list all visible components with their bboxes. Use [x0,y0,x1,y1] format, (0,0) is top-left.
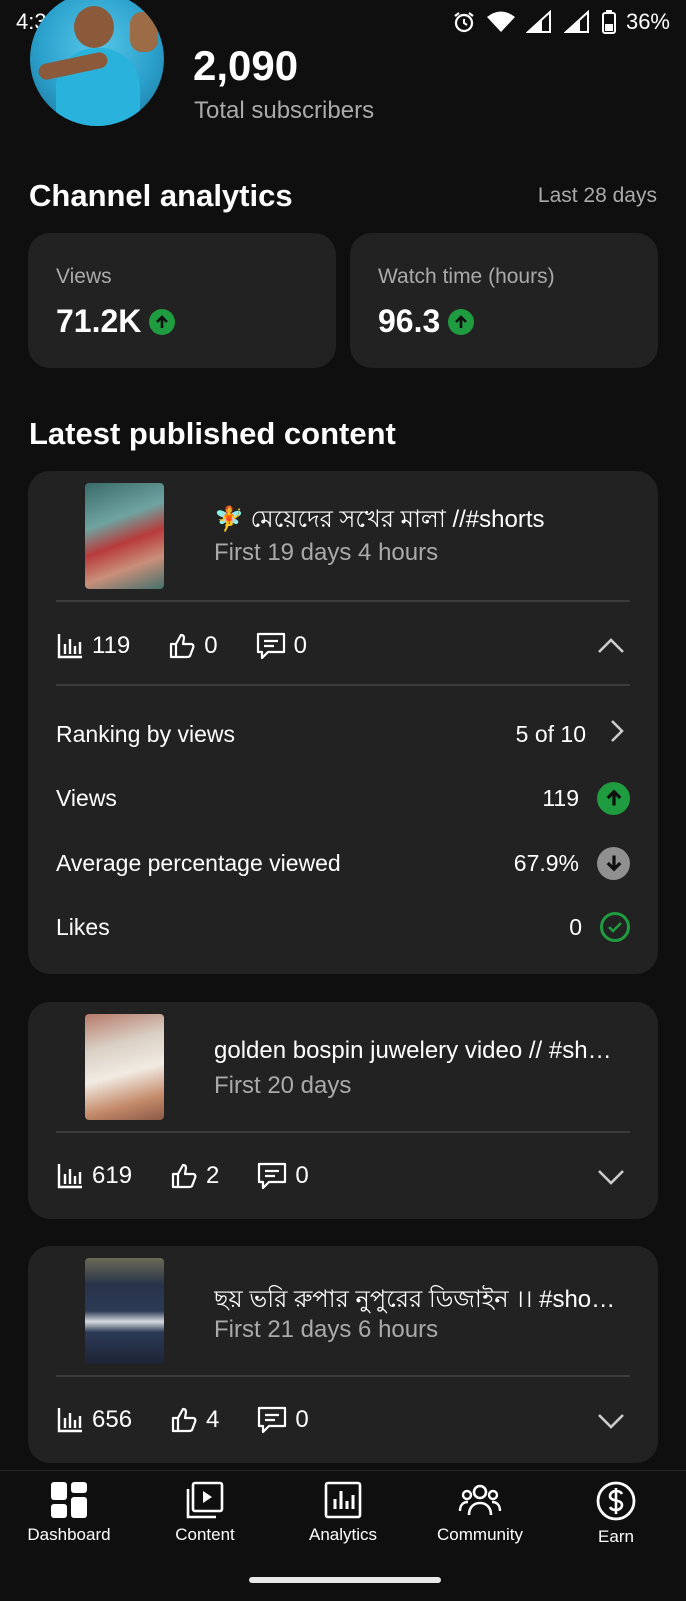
video-metrics: 619 2 0 [56,1156,630,1196]
views-card[interactable]: Views 71.2K [28,233,336,368]
bar-chart-icon [56,1406,84,1434]
earn-icon [596,1481,636,1521]
community-icon [458,1481,502,1519]
video-thumbnail[interactable] [85,1014,164,1120]
signal-icon [525,10,554,34]
avg-viewed-row: Average percentage viewed 67.9% [56,843,630,883]
nav-analytics[interactable]: Analytics [278,1481,408,1545]
divider [56,1131,630,1133]
views-detail-row: Views 119 [56,778,630,818]
comment-icon [256,632,286,660]
video-age: First 21 days 6 hours [214,1316,439,1343]
comment-icon [257,1162,287,1190]
subscriber-label: Total subscribers [194,97,375,124]
bar-chart-icon [56,1162,84,1190]
views-detail-label: Views [56,784,117,811]
thumbs-up-icon [170,1162,198,1190]
video-thumbnail[interactable] [85,1258,164,1364]
views-count: 619 [92,1162,133,1189]
latest-content-title: Latest published content [29,416,396,451]
trend-up-icon [597,781,630,815]
thumbs-up-icon [170,1406,198,1434]
video-title[interactable]: ছয় ভরি রুপার নুপুরের ডিজাইন ।। #sho… [214,1281,634,1321]
comments-count: 0 [295,1406,309,1433]
watch-time-card[interactable]: Watch time (hours) 96.3 [350,233,658,368]
views-count: 119 [92,632,131,659]
content-card: golden bospin juwelery video // #sh… Fir… [28,1002,658,1219]
nav-community[interactable]: Community [415,1481,545,1545]
wifi-icon [486,10,516,34]
likes-count: 2 [206,1162,220,1189]
likes-detail-label: Likes [56,913,110,940]
nav-community-label: Community [437,1525,523,1544]
likes-count: 4 [206,1406,220,1433]
dashboard-icon [50,1481,88,1519]
video-thumbnail[interactable] [85,483,164,589]
trend-up-icon [149,308,176,335]
date-range-label: Last 28 days [537,184,657,207]
battery-icon [601,10,616,34]
chevron-up-icon[interactable] [596,632,626,667]
views-detail-value: 119 [542,784,579,811]
alarm-icon [452,10,476,34]
nav-earn[interactable]: Earn [551,1481,681,1547]
subscriber-count: 2,090 [193,42,299,89]
battery-percent: 36% [625,9,670,34]
video-metrics: 656 4 0 [56,1400,630,1440]
signal-icon-2 [563,10,592,34]
views-count: 656 [92,1406,133,1433]
ranking-label: Ranking by views [56,720,235,747]
nav-content[interactable]: Content [140,1481,270,1545]
chevron-down-icon[interactable] [596,1406,626,1441]
comments-count: 0 [293,632,307,659]
nav-content-label: Content [175,1525,235,1544]
avatar[interactable] [30,0,164,126]
content-icon [186,1481,224,1519]
ranking-value: 5 of 10 [515,720,586,747]
nav-analytics-label: Analytics [308,1525,378,1544]
divider [56,1375,630,1377]
video-metrics: 119 0 0 [56,626,630,666]
video-age: First 19 days 4 hours [214,539,439,566]
nav-dashboard-label: Dashboard [27,1525,111,1544]
trend-down-icon [597,846,630,880]
video-title[interactable]: golden bospin juwelery video // #sh… [214,1037,634,1065]
likes-detail-value: 0 [569,913,582,940]
content-card: ছয় ভরি রুপার নুপুরের ডিজাইন ।। #sho… Fi… [28,1246,658,1463]
chevron-right-icon[interactable] [604,718,630,750]
watch-time-card-value: 96.3 [378,303,441,339]
nav-earn-label: Earn [598,1527,634,1546]
watch-time-card-label: Watch time (hours) [378,265,555,288]
avg-viewed-label: Average percentage viewed [56,849,341,876]
divider [56,600,630,602]
analytics-icon [324,1481,362,1519]
avg-viewed-value: 67.9% [513,849,579,876]
likes-count: 0 [204,632,218,659]
check-circle-icon [600,912,630,942]
trend-up-icon [448,308,475,335]
thumbs-up-icon [168,632,196,660]
divider [56,684,630,686]
comments-count: 0 [295,1162,309,1189]
ranking-row[interactable]: Ranking by views 5 of 10 [56,714,630,754]
comment-icon [257,1406,287,1434]
content-card: 🧚 মেয়েদের সখের মালা //#shorts First 19 … [28,471,658,974]
views-card-value: 71.2K [56,303,142,339]
chevron-down-icon[interactable] [596,1162,626,1197]
views-card-label: Views [56,265,112,288]
nav-dashboard[interactable]: Dashboard [4,1481,134,1545]
likes-detail-row: Likes 0 [56,907,630,947]
home-indicator[interactable] [249,1577,441,1583]
channel-analytics-title: Channel analytics [29,178,293,213]
bar-chart-icon [56,632,84,660]
video-age: First 20 days [214,1072,352,1099]
video-title[interactable]: 🧚 মেয়েদের সখের মালা //#shorts [214,501,634,541]
